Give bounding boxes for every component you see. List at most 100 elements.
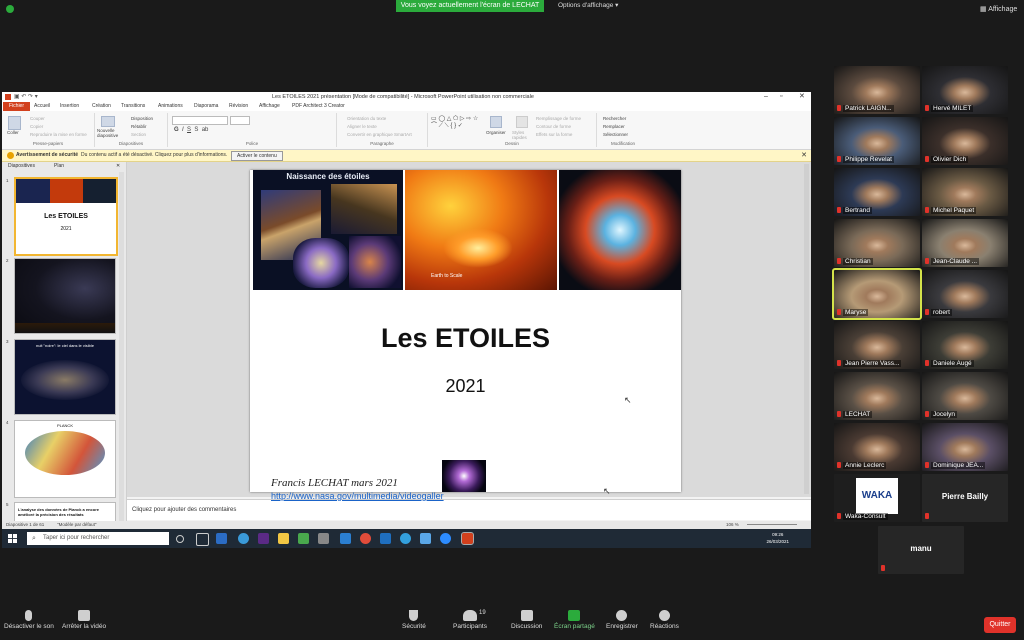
reset-button[interactable]: Rétablir (131, 124, 147, 129)
zoom-slider[interactable] (747, 524, 797, 525)
participant-tile[interactable]: Patrick LAIGN... (834, 66, 920, 114)
notes-pane[interactable]: Cliquez pour ajouter des commentaires (127, 499, 811, 520)
app-icon[interactable] (258, 533, 269, 544)
powerpoint-icon[interactable] (461, 532, 474, 545)
app-icon[interactable] (318, 533, 329, 544)
leave-meeting-button[interactable]: Quitter (984, 617, 1016, 633)
mail-icon[interactable] (340, 533, 351, 544)
windows-start-icon[interactable] (8, 534, 17, 543)
slides-panel-scrollbar[interactable] (119, 172, 124, 532)
shape-effects-button[interactable]: Effets sur la forme (536, 132, 572, 137)
participant-tile[interactable]: Annie Leclerc (834, 423, 920, 471)
cut-button[interactable]: Couper (30, 116, 45, 121)
edge-icon[interactable] (400, 533, 411, 544)
font-format-icons[interactable]: G I S S ab (174, 127, 208, 133)
tab-insertion[interactable]: Insertion (60, 102, 79, 111)
taskbar-search-input[interactable]: ⌕ Taper ici pour rechercher (27, 532, 169, 545)
paste-icon[interactable] (8, 116, 21, 130)
slide-thumb-4[interactable]: PLANCK (14, 420, 116, 498)
tab-diaporama[interactable]: Diaporama (194, 102, 218, 111)
slide-year[interactable]: 2021 (250, 376, 681, 397)
explorer-icon[interactable] (278, 533, 289, 544)
replace-button[interactable]: Remplacer (603, 124, 625, 129)
quick-styles-button[interactable]: Styles rapides (512, 130, 532, 140)
reactions-button[interactable]: Réactions (650, 610, 679, 630)
participant-tile[interactable]: Daniele Augé (922, 321, 1008, 369)
taskbar-clock[interactable]: 09:26 26/03/2021 (766, 531, 789, 545)
maximize-icon[interactable]: ▫ (780, 92, 782, 102)
participant-tile[interactable]: Christian (834, 219, 920, 267)
close-icon[interactable]: ✕ (116, 162, 120, 170)
cortana-icon[interactable] (176, 535, 184, 543)
tab-revision[interactable]: Révision (229, 102, 248, 111)
task-view-icon[interactable] (196, 533, 209, 546)
participant-tile[interactable]: manu (878, 526, 964, 574)
participant-tile[interactable]: Pierre Bailly (922, 474, 1008, 522)
security-message[interactable]: Du contenu actif a été désactivé. Clique… (81, 150, 227, 161)
view-button[interactable]: ▦ Affichage (980, 5, 1017, 13)
mute-button[interactable]: Désactiver le son (4, 610, 54, 630)
edit-scrollbar[interactable] (804, 164, 809, 494)
slide-thumb-3[interactable]: nuit "noire": le ciel dans le visible (14, 339, 116, 415)
tab-creation[interactable]: Création (92, 102, 111, 111)
participant-tile[interactable]: Olivier Dich (922, 117, 1008, 165)
zoom-icon[interactable] (440, 533, 451, 544)
slide-link[interactable]: http://www.nasa.gov/multimedia/videogall… (271, 491, 444, 501)
find-button[interactable]: Rechercher (603, 116, 626, 121)
tab-fichier[interactable]: Fichier (3, 102, 31, 111)
smartart-button[interactable]: Convertir en graphique SmartArt (347, 132, 412, 137)
participant-tile[interactable]: Bertrand (834, 168, 920, 216)
align-text-button[interactable]: Aligner le texte (347, 124, 377, 129)
participant-tile[interactable]: Michel Paquet (922, 168, 1008, 216)
participant-tile[interactable]: LECHAT (834, 372, 920, 420)
new-slide-icon[interactable] (101, 116, 115, 127)
security-button[interactable]: Sécurité (402, 610, 426, 630)
paste-button[interactable]: Coller (7, 130, 19, 135)
participant-tile[interactable]: WAKA Waka-Consult (834, 474, 920, 522)
tab-transitions[interactable]: Transitions (121, 102, 145, 111)
select-button[interactable]: Sélectionner (603, 132, 628, 137)
font-size-select[interactable] (230, 116, 250, 125)
font-name-select[interactable] (172, 116, 228, 125)
shapes-gallery-icon[interactable]: ▭ ◯ △ ⬠ ▷ ⇨ ☆ ⌒ ⟋ ⟍ { } ✓ (431, 116, 483, 130)
edge-icon[interactable] (238, 533, 249, 544)
shape-outline-button[interactable]: Contour de forme (536, 124, 571, 129)
participant-tile[interactable]: robert (922, 270, 1008, 318)
participant-tile[interactable]: Maryse (832, 268, 922, 320)
slide-title[interactable]: Les ETOILES (250, 323, 681, 354)
copy-button[interactable]: Copier (30, 124, 43, 129)
arrange-icon[interactable] (490, 116, 502, 128)
stop-video-button[interactable]: Arrêter la vidéo (62, 610, 106, 630)
tab-animations[interactable]: Animations (158, 102, 183, 111)
slide-thumb-2[interactable] (14, 258, 116, 334)
layout-button[interactable]: Disposition (131, 116, 153, 121)
quick-styles-icon[interactable] (516, 116, 528, 128)
tab-accueil[interactable]: Accueil (34, 102, 50, 111)
arrange-button[interactable]: Organiser (486, 130, 506, 135)
participants-button[interactable]: Participants 19 (453, 610, 487, 630)
chat-button[interactable]: Discussion (511, 610, 542, 630)
word-icon[interactable] (380, 533, 391, 544)
new-slide-button[interactable]: Nouvelle diapositive (97, 128, 123, 138)
participant-tile[interactable]: Dominique JEA... (922, 423, 1008, 471)
tab-pdf-architect[interactable]: PDF Architect 3 Creator (292, 102, 345, 111)
app-icon[interactable] (420, 533, 431, 544)
store-icon[interactable] (216, 533, 227, 544)
current-slide[interactable]: Naissance des étoiles Earth to Scale Les… (250, 170, 681, 501)
section-button[interactable]: Section (131, 132, 146, 137)
close-icon[interactable]: ✕ (801, 150, 807, 161)
security-shield-icon[interactable] (6, 5, 14, 13)
participant-tile[interactable]: Jean Pierre Vass... (834, 321, 920, 369)
format-painter-button[interactable]: Reproduire la mise en forme (30, 132, 87, 137)
participant-tile[interactable]: Hervé MILET (922, 66, 1008, 114)
participant-tile[interactable]: Philippe Revelat (834, 117, 920, 165)
participant-tile[interactable]: Jean-Claude ... (922, 219, 1008, 267)
tab-diapositives[interactable]: Diapositives (8, 162, 35, 170)
shape-fill-button[interactable]: Remplissage de forme (536, 116, 581, 121)
close-icon[interactable]: ✕ (799, 92, 805, 102)
participant-tile[interactable]: Jocelyn (922, 372, 1008, 420)
share-screen-button[interactable]: Écran partagé (554, 610, 595, 630)
minimize-icon[interactable]: – (764, 92, 768, 102)
quick-access-icon[interactable]: ▣ ↶ ↷ ▾ (14, 92, 38, 102)
text-direction-button[interactable]: Orientation du texte (347, 116, 386, 121)
